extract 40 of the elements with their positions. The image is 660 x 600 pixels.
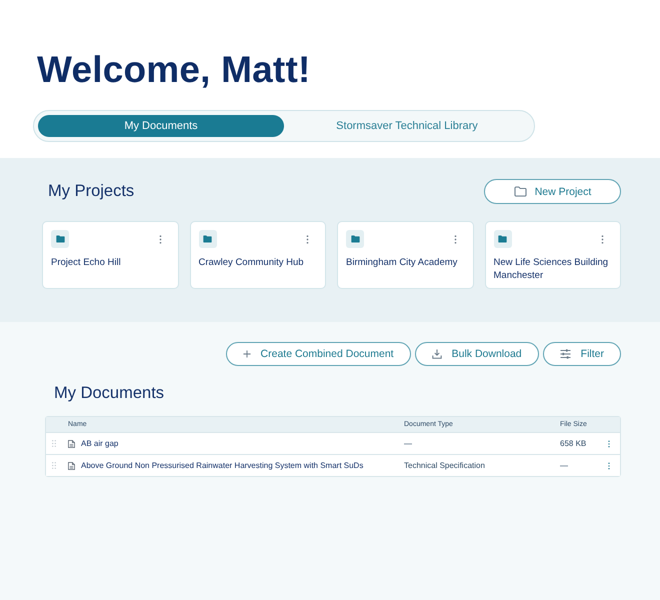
filter-icon [560,349,571,359]
project-card[interactable]: Birmingham City Academy [337,221,474,289]
more-options-icon[interactable] [601,235,604,244]
section-title: My Documents [54,384,166,403]
project-card[interactable]: New Life Sciences Building Manchester [484,221,621,289]
drag-handle-icon[interactable] [52,462,56,469]
project-name: Birmingham City Academy [346,257,458,270]
project-name: New Life Sciences Building Manchester [494,257,610,282]
folder-icon [346,230,364,248]
project-card[interactable]: Crawley Community Hub [190,221,326,289]
document-icon [68,440,75,448]
plus-icon [242,350,251,358]
project-card[interactable]: Project Echo Hill [42,221,178,289]
more-options-icon[interactable] [306,235,309,244]
download-button[interactable]: Bulk Download [414,342,539,366]
welcome-heading: Welcome, Matt! [37,48,312,92]
folder-icon [494,230,512,248]
table-cell-text: — [404,439,413,448]
folder-icon [514,186,527,197]
project-name: Crawley Community Hub [198,257,305,270]
document-icon [68,462,75,470]
more-options-icon[interactable] [158,235,162,244]
more-options-icon[interactable] [454,235,456,244]
table-cell-text: 658 KB [560,439,588,448]
create-button[interactable]: Create Combined Document [226,342,411,366]
tab[interactable]: Stormsaver Technical Library [284,115,530,137]
table-cell-text: — [560,461,569,470]
download-icon [432,349,442,359]
project-name: Project Echo Hill [51,257,122,270]
section-title: My Projects [48,182,134,201]
document-name[interactable]: AB air gap [81,439,118,448]
folder-icon [51,230,69,248]
drag-handle-icon[interactable] [52,440,56,447]
document-name[interactable]: Above Ground Non Pressurised Rainwater Harvesting System with Smart SuDs [81,461,364,470]
tab[interactable]: My Documents [38,115,284,137]
new-project-button[interactable]: New Project [484,179,621,204]
table-cell-text: Technical Specification [404,461,486,470]
folder-icon [198,230,216,248]
filter-button[interactable]: Filter [542,342,621,366]
table-row[interactable]: Above Ground Non Pressurised Rainwater Harvesting System with Smart SuDs Technical Specification — [46,454,620,476]
